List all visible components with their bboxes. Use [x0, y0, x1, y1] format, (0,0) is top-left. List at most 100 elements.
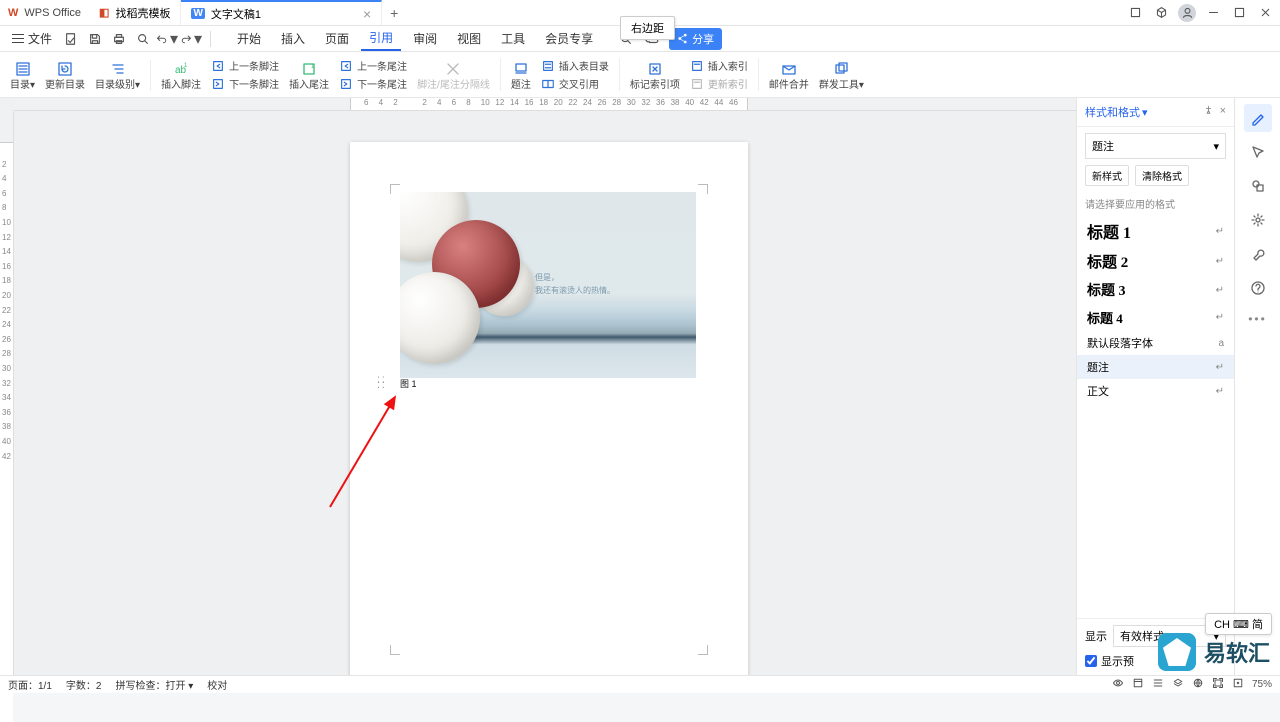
- file-menu[interactable]: 文件: [6, 28, 58, 49]
- status-page[interactable]: 页面：1/1: [8, 677, 52, 692]
- clear-format-button[interactable]: 清除格式: [1135, 165, 1189, 186]
- redo-icon[interactable]: ▾: [180, 29, 202, 49]
- document-image[interactable]: 但是， 我还有滚烫人的热情。: [400, 192, 696, 378]
- menu-tab-member[interactable]: 会员专享: [537, 27, 601, 50]
- add-tab-button[interactable]: +: [382, 5, 406, 21]
- horizontal-ruler[interactable]: 6422468101214161820222426283032363840424…: [14, 98, 1076, 111]
- panel-title[interactable]: 样式和格式 ▾: [1085, 104, 1148, 120]
- help-icon[interactable]: [1244, 274, 1272, 302]
- styles-panel: 样式和格式 ▾ × 题注▾ 新样式 清除格式 请选择要应用的格式 标题 1↵标题…: [1076, 98, 1234, 675]
- web-layout-icon[interactable]: [1192, 677, 1204, 692]
- caption-button[interactable]: 题注: [511, 60, 531, 91]
- preview-icon[interactable]: [132, 29, 154, 49]
- next-footnote-button[interactable]: 下一条脚注: [211, 76, 279, 91]
- eye-icon[interactable]: [1112, 677, 1124, 692]
- style-row[interactable]: 默认段落字体 a: [1077, 331, 1234, 355]
- move-handle-icon[interactable]: ⁚⁚⁚⁚: [377, 378, 387, 389]
- tab-label: 找稻壳模板: [115, 5, 170, 21]
- style-mark-icon: ↵: [1216, 226, 1224, 237]
- style-name: 题注: [1087, 359, 1109, 375]
- style-row[interactable]: 题注 ↵: [1077, 355, 1234, 379]
- zoom-level[interactable]: 75%: [1252, 679, 1272, 690]
- shape-icon[interactable]: [1244, 172, 1272, 200]
- menu-tab-review[interactable]: 审阅: [405, 27, 445, 50]
- update-toc-button[interactable]: 更新目录: [45, 60, 85, 91]
- layout-outline-icon[interactable]: [1152, 677, 1164, 692]
- style-mark-icon: ↵: [1216, 362, 1224, 373]
- style-mark-icon: a: [1218, 338, 1224, 349]
- style-name: 默认段落字体: [1087, 335, 1153, 351]
- status-proof[interactable]: 校对: [207, 677, 227, 692]
- insert-index-button[interactable]: 插入索引: [690, 58, 748, 73]
- ribbon: 目录▾ 更新目录 目录级别▾ ab1插入脚注 上一条脚注 下一条脚注 1插入尾注…: [0, 52, 1280, 98]
- style-row[interactable]: 正文↵: [1077, 379, 1234, 403]
- fit-icon[interactable]: [1232, 677, 1244, 692]
- style-name: 标题 3: [1087, 280, 1126, 300]
- menu-tab-insert[interactable]: 插入: [273, 27, 313, 50]
- caption-text[interactable]: 图 1: [400, 377, 417, 390]
- preview-checkbox[interactable]: [1085, 655, 1097, 667]
- menu-tab-view[interactable]: 视图: [449, 27, 489, 50]
- quick-access: 文件 ▾ ▾: [6, 28, 217, 49]
- style-row[interactable]: 标题 3↵: [1077, 276, 1234, 304]
- print-icon[interactable]: [108, 29, 130, 49]
- close-icon[interactable]: ×: [363, 7, 371, 21]
- content-area: 6422468101214161820222426283032363840424…: [0, 98, 1076, 675]
- insert-endnote-button[interactable]: 1插入尾注: [289, 60, 329, 91]
- more-icon[interactable]: •••: [1248, 312, 1267, 326]
- settings-icon[interactable]: [1244, 206, 1272, 234]
- minimize-icon[interactable]: [1202, 2, 1224, 24]
- document-editor[interactable]: 但是， 我还有滚烫人的热情。 ⁚⁚⁚⁚ 图 1: [14, 111, 1076, 675]
- maximize-icon[interactable]: [1228, 2, 1250, 24]
- status-words[interactable]: 字数：2: [66, 677, 102, 692]
- new-style-button[interactable]: 新样式: [1085, 165, 1129, 186]
- menu-tab-home[interactable]: 开始: [229, 27, 269, 50]
- select-icon[interactable]: [1244, 138, 1272, 166]
- panel-hint-label: 请选择要应用的格式: [1077, 192, 1234, 215]
- new-icon[interactable]: [60, 29, 82, 49]
- menu-tab-reference[interactable]: 引用: [361, 26, 401, 51]
- document-page[interactable]: 但是， 我还有滚烫人的热情。 ⁚⁚⁚⁚ 图 1: [350, 142, 748, 675]
- vertical-ruler[interactable]: 24681012141618202224262830323436384042: [0, 111, 14, 675]
- ime-indicator: CH ⌨ 简: [1205, 613, 1272, 635]
- styles-pane-icon[interactable]: [1244, 104, 1272, 132]
- insert-footnote-button[interactable]: ab1插入脚注: [161, 60, 201, 91]
- next-endnote-button[interactable]: 下一条尾注: [339, 76, 407, 91]
- status-spellcheck[interactable]: 拼写检查：打开 ▾: [115, 677, 193, 692]
- cube-icon[interactable]: [1150, 2, 1172, 24]
- figure-toc-button[interactable]: 插入表目录: [541, 58, 609, 73]
- style-name: 正文: [1087, 383, 1109, 399]
- save-icon[interactable]: [84, 29, 106, 49]
- prev-footnote-button[interactable]: 上一条脚注: [211, 58, 279, 73]
- style-row[interactable]: 标题 2↵: [1077, 247, 1234, 276]
- undo-icon[interactable]: ▾: [156, 29, 178, 49]
- avatar[interactable]: [1176, 2, 1198, 24]
- menu-tab-tools[interactable]: 工具: [493, 27, 533, 50]
- image-overlay-text: 但是， 我还有滚烫人的热情。: [535, 272, 615, 298]
- rect-icon[interactable]: [1124, 2, 1146, 24]
- style-applied-select[interactable]: 题注▾: [1085, 133, 1226, 159]
- style-row[interactable]: 标题 1↵: [1077, 215, 1234, 247]
- app-logo: W WPS Office: [0, 7, 89, 19]
- layout-print-icon[interactable]: [1132, 677, 1144, 692]
- focus-icon[interactable]: [1212, 677, 1224, 692]
- share-button[interactable]: 分享: [669, 28, 722, 50]
- tools-icon[interactable]: [1244, 240, 1272, 268]
- toc-button[interactable]: 目录▾: [10, 60, 35, 91]
- close-window-icon[interactable]: [1254, 2, 1276, 24]
- menu-tab-page[interactable]: 页面: [317, 27, 357, 50]
- cross-ref-button[interactable]: 交叉引用: [541, 76, 609, 91]
- index-mark-button[interactable]: 标记索引项: [630, 60, 680, 91]
- style-row[interactable]: 标题 4↵: [1077, 304, 1234, 331]
- layout-read-icon[interactable]: [1172, 677, 1184, 692]
- mail-merge-button[interactable]: 邮件合并: [769, 60, 809, 91]
- prev-endnote-button[interactable]: 上一条尾注: [339, 58, 407, 73]
- menu-tabs: 开始 插入 页面 引用 审阅 视图 工具 会员专享: [229, 26, 637, 51]
- tab-templates[interactable]: ◧ 找稻壳模板: [89, 0, 181, 25]
- tab-document[interactable]: W 文字文稿1 ×: [181, 0, 382, 25]
- style-name: 标题 4: [1087, 308, 1123, 327]
- pin-icon[interactable]: [1203, 105, 1214, 119]
- toc-level-button[interactable]: 目录级别▾: [95, 60, 140, 91]
- group-send-button[interactable]: 群发工具▾: [819, 60, 864, 91]
- close-panel-icon[interactable]: ×: [1220, 105, 1226, 119]
